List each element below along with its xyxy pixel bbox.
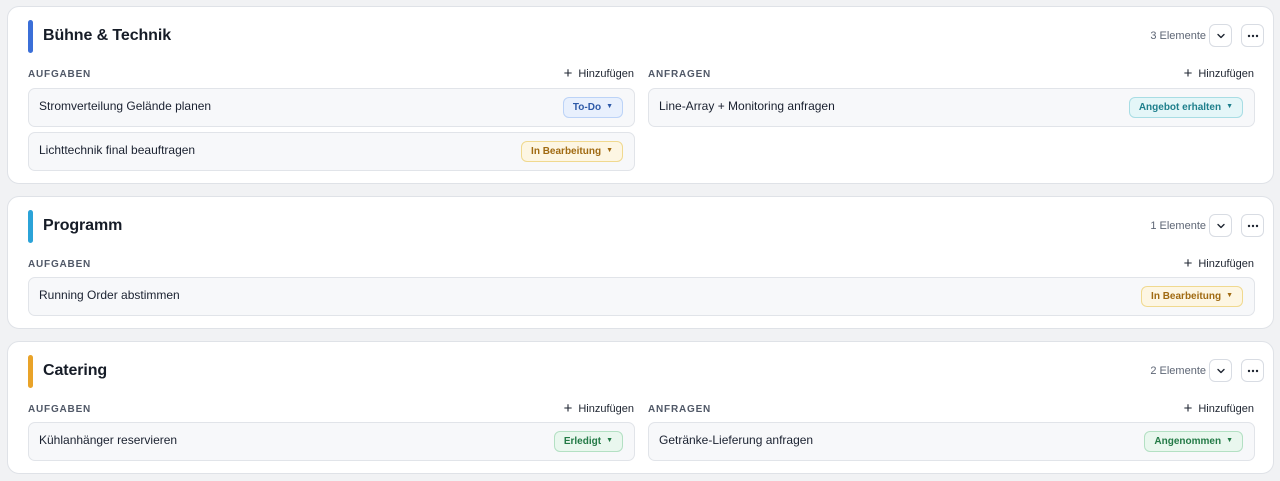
plus-icon: + bbox=[563, 400, 573, 417]
section-card-catering: Catering 2 Elemente AUFGABEN + Hinzufüge… bbox=[7, 341, 1274, 474]
more-options-button[interactable] bbox=[1241, 24, 1264, 47]
column-label: ANFRAGEN bbox=[648, 404, 712, 415]
add-label: Hinzufügen bbox=[1198, 402, 1254, 415]
list-item[interactable]: Stromverteilung Gelände planen To-Do ▼ bbox=[28, 88, 635, 127]
section-title: Programm bbox=[43, 217, 123, 234]
collapse-button[interactable] bbox=[1209, 359, 1232, 382]
collapse-button[interactable] bbox=[1209, 214, 1232, 237]
item-title: Lichttechnik final beauftragen bbox=[39, 143, 196, 157]
column-label: AUFGABEN bbox=[28, 69, 92, 80]
item-count: 1 Elemente bbox=[1150, 220, 1206, 232]
status-label: In Bearbeitung bbox=[1151, 291, 1222, 302]
list-item[interactable]: Line-Array + Monitoring anfragen Angebot… bbox=[648, 88, 1255, 127]
add-button[interactable]: + Hinzufügen bbox=[1184, 401, 1254, 416]
list-item[interactable]: Running Order abstimmen In Bearbeitung ▼ bbox=[28, 277, 1255, 316]
status-badge[interactable]: In Bearbeitung ▼ bbox=[1141, 286, 1243, 307]
status-badge[interactable]: In Bearbeitung ▼ bbox=[521, 141, 623, 162]
status-label: Angebot erhalten bbox=[1138, 102, 1222, 113]
add-label: Hinzufügen bbox=[1198, 257, 1254, 270]
item-title: Kühlanhänger reservieren bbox=[39, 433, 178, 447]
item-title: Stromverteilung Gelände planen bbox=[39, 99, 212, 113]
more-horizontal-icon bbox=[1247, 224, 1258, 227]
add-button[interactable]: + Hinzufügen bbox=[1184, 66, 1254, 81]
column-label: AUFGABEN bbox=[28, 404, 92, 415]
more-options-button[interactable] bbox=[1241, 359, 1264, 382]
item-count: 3 Elemente bbox=[1150, 30, 1206, 42]
add-label: Hinzufügen bbox=[578, 402, 634, 415]
chevron-down-icon: ▼ bbox=[606, 147, 613, 154]
plus-icon: + bbox=[1183, 255, 1193, 272]
section-accent-bar bbox=[28, 20, 33, 53]
section-header: Bühne & Technik 3 Elemente bbox=[8, 7, 1273, 59]
collapse-button[interactable] bbox=[1209, 24, 1232, 47]
section-header: Programm 1 Elemente bbox=[8, 197, 1273, 249]
chevron-down-icon: ▼ bbox=[1226, 292, 1233, 299]
chevron-down-icon bbox=[1216, 368, 1225, 373]
page: Bühne & Technik 3 Elemente AUFGABEN + Hi… bbox=[0, 0, 1280, 481]
status-badge[interactable]: Angebot erhalten ▼ bbox=[1128, 97, 1243, 118]
status-badge[interactable]: Erledigt ▼ bbox=[553, 431, 623, 452]
plus-icon: + bbox=[1183, 400, 1193, 417]
status-label: Erledigt bbox=[563, 436, 602, 447]
chevron-down-icon bbox=[1216, 223, 1225, 228]
more-horizontal-icon bbox=[1247, 34, 1258, 37]
list-item[interactable]: Kühlanhänger reservieren Erledigt ▼ bbox=[28, 422, 635, 461]
section-title: Bühne & Technik bbox=[43, 27, 171, 44]
chevron-down-icon: ▼ bbox=[606, 103, 613, 110]
item-title: Running Order abstimmen bbox=[39, 288, 180, 302]
status-badge[interactable]: To-Do ▼ bbox=[562, 97, 623, 118]
more-horizontal-icon bbox=[1247, 369, 1258, 372]
section-card-programm: Programm 1 Elemente AUFGABEN + Hinzufüge… bbox=[7, 196, 1274, 329]
item-count: 2 Elemente bbox=[1150, 365, 1206, 377]
add-label: Hinzufügen bbox=[578, 67, 634, 80]
plus-icon: + bbox=[563, 65, 573, 82]
add-label: Hinzufügen bbox=[1198, 67, 1254, 80]
add-button[interactable]: + Hinzufügen bbox=[564, 66, 634, 81]
section-card-buehne-technik: Bühne & Technik 3 Elemente AUFGABEN + Hi… bbox=[7, 6, 1274, 184]
item-title: Line-Array + Monitoring anfragen bbox=[659, 99, 835, 113]
section-accent-bar bbox=[28, 355, 33, 388]
column-label: ANFRAGEN bbox=[648, 69, 712, 80]
chevron-down-icon: ▼ bbox=[1226, 103, 1233, 110]
chevron-down-icon: ▼ bbox=[606, 437, 613, 444]
add-button[interactable]: + Hinzufügen bbox=[1184, 256, 1254, 271]
status-label: In Bearbeitung bbox=[531, 146, 602, 157]
more-options-button[interactable] bbox=[1241, 214, 1264, 237]
item-title: Getränke-Lieferung anfragen bbox=[659, 433, 814, 447]
status-label: To-Do bbox=[572, 102, 602, 113]
section-title: Catering bbox=[43, 362, 108, 379]
chevron-down-icon bbox=[1216, 33, 1225, 38]
section-header: Catering 2 Elemente bbox=[8, 342, 1273, 394]
chevron-down-icon: ▼ bbox=[1226, 437, 1233, 444]
status-label: Angenommen bbox=[1154, 436, 1222, 447]
list-item[interactable]: Lichttechnik final beauftragen In Bearbe… bbox=[28, 132, 635, 171]
plus-icon: + bbox=[1183, 65, 1193, 82]
list-item[interactable]: Getränke-Lieferung anfragen Angenommen ▼ bbox=[648, 422, 1255, 461]
column-label: AUFGABEN bbox=[28, 259, 92, 270]
section-accent-bar bbox=[28, 210, 33, 243]
status-badge[interactable]: Angenommen ▼ bbox=[1144, 431, 1243, 452]
add-button[interactable]: + Hinzufügen bbox=[564, 401, 634, 416]
